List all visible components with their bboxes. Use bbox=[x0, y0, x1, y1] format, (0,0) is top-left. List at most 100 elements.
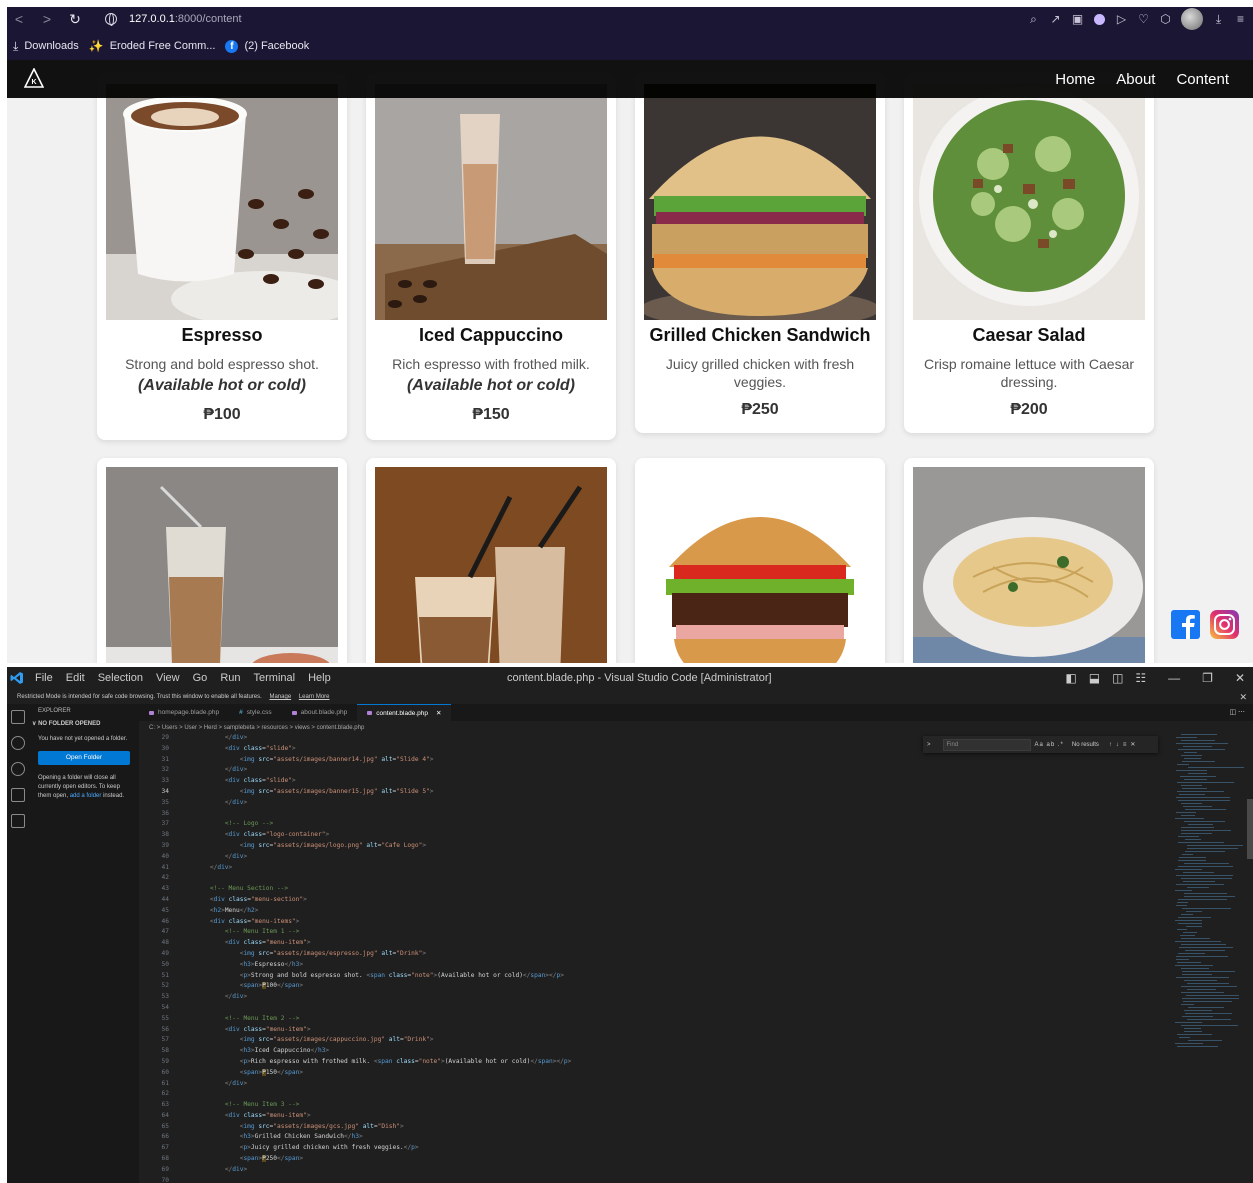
run-debug-icon[interactable] bbox=[11, 788, 25, 802]
toggle-sidebar-icon[interactable]: ◧ bbox=[1065, 671, 1076, 685]
code-line[interactable]: 55 <!-- Menu Item 2 --> bbox=[139, 1014, 1159, 1025]
code-line[interactable]: 31 <img src="assets/images/banner14.jpg"… bbox=[139, 755, 1159, 766]
code-line[interactable]: 63 <!-- Menu Item 3 --> bbox=[139, 1100, 1159, 1111]
code-line[interactable]: 47 <!-- Menu Item 1 --> bbox=[139, 927, 1159, 938]
code-line[interactable]: 66 <h3>Grilled Chicken Sandwich</h3> bbox=[139, 1132, 1159, 1143]
play-icon[interactable]: ▷ bbox=[1115, 12, 1128, 26]
bookmark-downloads[interactable]: ⤓ Downloads bbox=[13, 39, 79, 54]
code-line[interactable]: 42 bbox=[139, 873, 1159, 884]
code-line[interactable]: 53 </div> bbox=[139, 992, 1159, 1003]
toggle-replace-icon[interactable]: > bbox=[927, 742, 931, 748]
cafe-logo-icon[interactable]: K bbox=[24, 68, 44, 90]
code-line[interactable]: 61 </div> bbox=[139, 1079, 1159, 1090]
heart-icon[interactable]: ♡ bbox=[1137, 12, 1150, 26]
shield-icon[interactable] bbox=[1093, 13, 1106, 26]
code-line[interactable]: 32 </div> bbox=[139, 765, 1159, 776]
download-icon[interactable]: ⤓ bbox=[1212, 12, 1225, 26]
toggle-secondary-sidebar-icon[interactable]: ◫ bbox=[1112, 671, 1123, 685]
code-line[interactable]: 56 <div class="menu-item"> bbox=[139, 1025, 1159, 1036]
nav-content[interactable]: Content bbox=[1176, 71, 1229, 88]
nav-about[interactable]: About bbox=[1116, 71, 1155, 88]
tab-about[interactable]: about.blade.php bbox=[282, 704, 358, 721]
reload-icon[interactable]: ↻ bbox=[69, 11, 81, 28]
menu-run[interactable]: Run bbox=[220, 672, 240, 684]
share-icon[interactable]: ↗ bbox=[1049, 12, 1062, 26]
back-icon[interactable]: < bbox=[13, 11, 25, 27]
code-line[interactable]: 33 <div class="slide"> bbox=[139, 776, 1159, 787]
menu-view[interactable]: View bbox=[156, 672, 180, 684]
open-folder-button[interactable]: Open Folder bbox=[38, 751, 130, 765]
toggle-panel-icon[interactable]: ⬓ bbox=[1089, 671, 1100, 685]
banner-learn-more-link[interactable]: Learn More bbox=[299, 694, 330, 700]
code-line[interactable]: 44 <div class="menu-section"> bbox=[139, 895, 1159, 906]
code-line[interactable]: 51 <p>Strong and bold espresso shot. <sp… bbox=[139, 971, 1159, 982]
bookmark-eroded[interactable]: ✨ Eroded Free Comm... bbox=[89, 39, 216, 53]
code-line[interactable]: 34 <img src="assets/images/banner15.jpg"… bbox=[139, 787, 1159, 798]
screenshot-icon[interactable]: ▣ bbox=[1071, 12, 1084, 26]
code-line[interactable]: 64 <div class="menu-item"> bbox=[139, 1111, 1159, 1122]
code-line[interactable]: 60 <span>₱150</span> bbox=[139, 1068, 1159, 1079]
code-line[interactable]: 70 bbox=[139, 1176, 1159, 1183]
menu-icon[interactable]: ≡ bbox=[1234, 12, 1247, 26]
banner-manage-link[interactable]: Manage bbox=[269, 694, 291, 700]
search-icon[interactable] bbox=[11, 736, 25, 750]
code-line[interactable]: 35 </div> bbox=[139, 798, 1159, 809]
facebook-icon[interactable] bbox=[1171, 610, 1200, 639]
code-line[interactable]: 68 <span>₱250</span> bbox=[139, 1154, 1159, 1165]
forward-icon[interactable]: > bbox=[41, 11, 53, 27]
address-bar[interactable]: 127.0.0.1:8000/content bbox=[105, 10, 242, 28]
no-folder-section[interactable]: ∨ NO FOLDER OPENED bbox=[29, 718, 139, 730]
code-line[interactable]: 59 <p>Rich espresso with frothed milk. <… bbox=[139, 1057, 1159, 1068]
breadcrumb[interactable]: C: > Users > User > Herd > samplebeta > … bbox=[149, 723, 364, 733]
code-line[interactable]: 50 <h3>Espresso</h3> bbox=[139, 960, 1159, 971]
menu-file[interactable]: File bbox=[35, 672, 53, 684]
menu-go[interactable]: Go bbox=[193, 672, 208, 684]
add-folder-link[interactable]: add a folder bbox=[70, 793, 102, 799]
minimap[interactable] bbox=[1175, 734, 1249, 1054]
menu-help[interactable]: Help bbox=[308, 672, 331, 684]
find-options[interactable]: Aa ab .* bbox=[1035, 742, 1064, 748]
code-line[interactable]: 36 bbox=[139, 809, 1159, 820]
scrollbar[interactable] bbox=[1247, 799, 1253, 859]
restore-icon[interactable]: ❐ bbox=[1202, 671, 1213, 685]
extension-icon[interactable]: ⬡ bbox=[1159, 12, 1172, 26]
code-line[interactable]: 39 <img src="assets/images/logo.png" alt… bbox=[139, 841, 1159, 852]
code-line[interactable]: 38 <div class="logo-container"> bbox=[139, 830, 1159, 841]
code-line[interactable]: 48 <div class="menu-item"> bbox=[139, 938, 1159, 949]
extensions-icon[interactable] bbox=[11, 814, 25, 828]
find-nav-icons[interactable]: ↑↓≡✕ bbox=[1109, 741, 1140, 748]
code-line[interactable]: 49 <img src="assets/images/espresso.jpg"… bbox=[139, 949, 1159, 960]
find-input[interactable]: Find bbox=[942, 738, 1031, 751]
profile-avatar[interactable] bbox=[1181, 8, 1203, 30]
nav-home[interactable]: Home bbox=[1055, 71, 1095, 88]
close-icon[interactable]: ✕ bbox=[436, 705, 441, 722]
code-line[interactable]: 67 <p>Juicy grilled chicken with fresh v… bbox=[139, 1143, 1159, 1154]
code-line[interactable]: 58 <h3>Iced Cappuccino</h3> bbox=[139, 1046, 1159, 1057]
code-line[interactable]: 46 <div class="menu-items"> bbox=[139, 917, 1159, 928]
code-line[interactable]: 54 bbox=[139, 1003, 1159, 1014]
close-icon[interactable]: ✕ bbox=[1235, 671, 1245, 685]
tab-content[interactable]: content.blade.php ✕ bbox=[357, 704, 452, 722]
menu-terminal[interactable]: Terminal bbox=[254, 672, 296, 684]
code-line[interactable]: 65 <img src="assets/images/gcs.jpg" alt=… bbox=[139, 1122, 1159, 1133]
zoom-icon[interactable]: ⌕ bbox=[1027, 12, 1040, 26]
code-editor[interactable]: 29 </div> 30 <div class="slide"> 31 <img s… bbox=[139, 733, 1159, 1183]
menu-edit[interactable]: Edit bbox=[66, 672, 85, 684]
code-line[interactable]: 41 </div> bbox=[139, 863, 1159, 874]
split-editor-icon[interactable]: ◫ ⋯ bbox=[1229, 704, 1245, 721]
close-icon[interactable]: ✕ bbox=[1239, 690, 1247, 704]
explorer-icon[interactable] bbox=[11, 710, 25, 724]
code-line[interactable]: 40 </div> bbox=[139, 852, 1159, 863]
code-line[interactable]: 37 <!-- Logo --> bbox=[139, 819, 1159, 830]
layout-icon[interactable]: ☷ bbox=[1135, 671, 1146, 685]
code-line[interactable]: 52 <span>₱100</span> bbox=[139, 981, 1159, 992]
tab-homepage[interactable]: homepage.blade.php bbox=[139, 704, 229, 721]
site-info-icon[interactable] bbox=[105, 13, 117, 26]
code-line[interactable]: 57 <img src="assets/images/cappuccino.jp… bbox=[139, 1035, 1159, 1046]
instagram-icon[interactable] bbox=[1210, 610, 1239, 639]
code-line[interactable]: 69 </div> bbox=[139, 1165, 1159, 1176]
code-line[interactable]: 43 <!-- Menu Section --> bbox=[139, 884, 1159, 895]
minimize-icon[interactable]: — bbox=[1168, 671, 1180, 685]
code-line[interactable]: 45 <h2>Menu</h2> bbox=[139, 906, 1159, 917]
source-control-icon[interactable] bbox=[11, 762, 25, 776]
